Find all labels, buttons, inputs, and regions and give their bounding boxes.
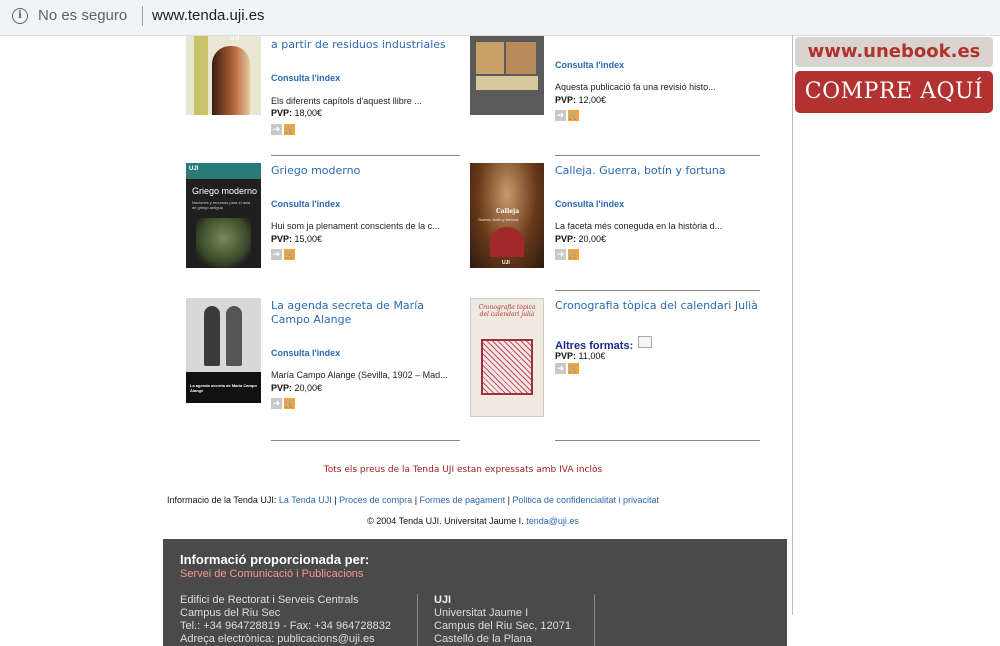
details-arrow-icon[interactable]: ➜ xyxy=(555,363,566,374)
cover-subtitle: Nociones y recursos para el aula de grie… xyxy=(192,200,251,210)
address-column-2: UJI Universitat Jaume I Campus del Riu S… xyxy=(434,594,571,646)
cart-icon[interactable]: 🛒 xyxy=(284,124,295,135)
book-cover-4[interactable]: Calleja Guerra, botín y fortuna UJI xyxy=(470,163,544,268)
footer-link-privacitat[interactable]: Politica de confidencialitat i privacita… xyxy=(512,495,659,505)
book-price-4: PVP: 20,00€ xyxy=(555,234,607,244)
address-line: Adreça electrònica: publicacions@uji.es xyxy=(180,633,375,645)
book-title-4[interactable]: Calleja. Guerra, botín y fortuna xyxy=(555,164,726,178)
address-line: Campus del Riu Sec, 12071 xyxy=(434,620,571,632)
unebook-banner[interactable]: www.unebook.es xyxy=(795,37,993,67)
cart-icon[interactable]: 🛒 xyxy=(568,110,579,121)
cover-logo: UJI xyxy=(189,166,199,172)
panel-subheading[interactable]: Servei de Comunicació i Publicacions xyxy=(180,568,363,580)
details-arrow-icon[interactable]: ➜ xyxy=(555,249,566,260)
info-panel: Informació proporcionada per: Servei de … xyxy=(163,539,787,646)
book-description-5: María Campo Alange (Sevilla, 1902 – Mad.… xyxy=(271,370,448,380)
book-description-4: La faceta més coneguda en la història d.… xyxy=(555,221,723,231)
footer-email-link[interactable]: tenda@uji.es xyxy=(526,516,579,526)
row-divider xyxy=(555,440,760,441)
column-separator xyxy=(594,594,595,646)
footer-links: Informacio de la Tenda UJI: La Tenda UJI… xyxy=(167,495,659,505)
sidebar-border xyxy=(792,35,793,615)
book-actions-3: ➜ 🛒 xyxy=(271,249,295,260)
copyright-text: © 2004 Tenda UJI. Universitat Jaume I. xyxy=(367,516,524,526)
footer-link-tenda[interactable]: La Tenda UJI xyxy=(279,495,332,505)
consult-index-link-2[interactable]: Consulta l'index xyxy=(555,60,624,70)
column-separator xyxy=(417,594,418,646)
book-title-6[interactable]: Cronografia tòpica del calendari Julià xyxy=(555,299,758,313)
panel-heading: Informació proporcionada per: xyxy=(180,552,370,567)
cover-title: Cronografia tòpica del calendari julià xyxy=(478,304,536,318)
cover-title: La agenda secreta de María Campo Alange xyxy=(190,383,257,393)
row-divider xyxy=(555,290,760,291)
footer-link-proces[interactable]: Proces de compra xyxy=(339,495,412,505)
address-line: Castelló de la Plana xyxy=(434,633,532,645)
security-label: No es seguro xyxy=(38,7,128,24)
iva-note: Tots els preus de la Tenda UJI estan exp… xyxy=(323,465,603,475)
row-divider xyxy=(271,155,460,156)
browser-address-bar[interactable]: i No es seguro www.tenda.uji.es xyxy=(0,0,1000,36)
url-divider xyxy=(142,6,143,26)
cart-icon[interactable]: 🛒 xyxy=(284,398,295,409)
book-cover-3[interactable]: UJI Griego moderno Nociones y recursos p… xyxy=(186,163,261,268)
consult-index-link-1[interactable]: Consulta l'index xyxy=(271,73,340,83)
book-cover-1[interactable]: UJI xyxy=(186,36,261,115)
book-title-1[interactable]: a partir de residuos industriales xyxy=(271,38,446,52)
address-column-1: Edifici de Rectorat i Serveis Centrals C… xyxy=(180,594,391,646)
url-text[interactable]: www.tenda.uji.es xyxy=(152,7,265,24)
cover-subtitle: Guerra, botín y fortuna xyxy=(478,217,519,222)
cart-icon[interactable]: 🛒 xyxy=(568,363,579,374)
book-cover-2[interactable] xyxy=(470,36,544,115)
broken-image-icon xyxy=(638,336,652,348)
details-arrow-icon[interactable]: ➜ xyxy=(271,249,282,260)
book-cover-6[interactable]: Cronografia tòpica del calendari julià xyxy=(470,298,544,417)
book-actions-5: ➜ 🛒 xyxy=(271,398,295,409)
footer-info-prefix: Informacio de la Tenda UJI: xyxy=(167,495,277,505)
cover-logo: UJI xyxy=(230,36,240,42)
copyright: © 2004 Tenda UJI. Universitat Jaume I. t… xyxy=(0,516,946,526)
cover-title: Griego moderno xyxy=(192,186,258,196)
book-cover-5[interactable]: La agenda secreta de María Campo Alange xyxy=(186,298,261,403)
book-title-3[interactable]: Griego moderno xyxy=(271,164,360,178)
consult-index-link-5[interactable]: Consulta l'index xyxy=(271,348,340,358)
book-title-5[interactable]: La agenda secreta de María Campo Alange xyxy=(271,299,456,327)
row-divider xyxy=(271,440,460,441)
cover-logo: UJI xyxy=(502,260,510,266)
row-divider xyxy=(555,155,760,156)
book-description-2: Aquesta publicació fa una revisió histo.… xyxy=(555,82,716,92)
address-line: Campus del Riu Sec xyxy=(180,607,281,619)
consult-index-link-4[interactable]: Consulta l'index xyxy=(555,199,624,209)
address-line: Universitat Jaume I xyxy=(434,607,529,619)
book-description-1: Els diferents capítols d'aquest llibre .… xyxy=(271,96,422,106)
book-price-2: PVP: 12,00€ xyxy=(555,95,607,105)
book-actions-6: ➜ 🛒 xyxy=(555,363,579,374)
book-description-3: Hui som ja plenament conscients de la c.… xyxy=(271,221,440,231)
address-line: Edifici de Rectorat i Serveis Centrals xyxy=(180,594,359,606)
cart-icon[interactable]: 🛒 xyxy=(284,249,295,260)
details-arrow-icon[interactable]: ➜ xyxy=(271,124,282,135)
book-price-5: PVP: 20,00€ xyxy=(271,383,323,393)
book-price-3: PVP: 15,00€ xyxy=(271,234,323,244)
address-line: UJI xyxy=(434,594,452,606)
cover-title: Calleja xyxy=(496,208,520,215)
info-icon[interactable]: i xyxy=(12,8,28,24)
details-arrow-icon[interactable]: ➜ xyxy=(555,110,566,121)
book-price-1: PVP: 18,00€ xyxy=(271,108,323,118)
footer-link-formes[interactable]: Formes de pagament xyxy=(420,495,506,505)
consult-index-link-3[interactable]: Consulta l'index xyxy=(271,199,340,209)
details-arrow-icon[interactable]: ➜ xyxy=(271,398,282,409)
book-actions-4: ➜ 🛒 xyxy=(555,249,579,260)
cart-icon[interactable]: 🛒 xyxy=(568,249,579,260)
address-line: Tel.: +34 964728819 - Fax: +34 964728832 xyxy=(180,620,392,632)
book-actions-2: ➜ 🛒 xyxy=(555,110,579,121)
book-actions-1: ➜ 🛒 xyxy=(271,124,295,135)
compre-aqui-banner[interactable]: COMPRE AQUÍ xyxy=(795,71,993,113)
book-price-6: PVP: 11,00€ xyxy=(555,351,606,361)
